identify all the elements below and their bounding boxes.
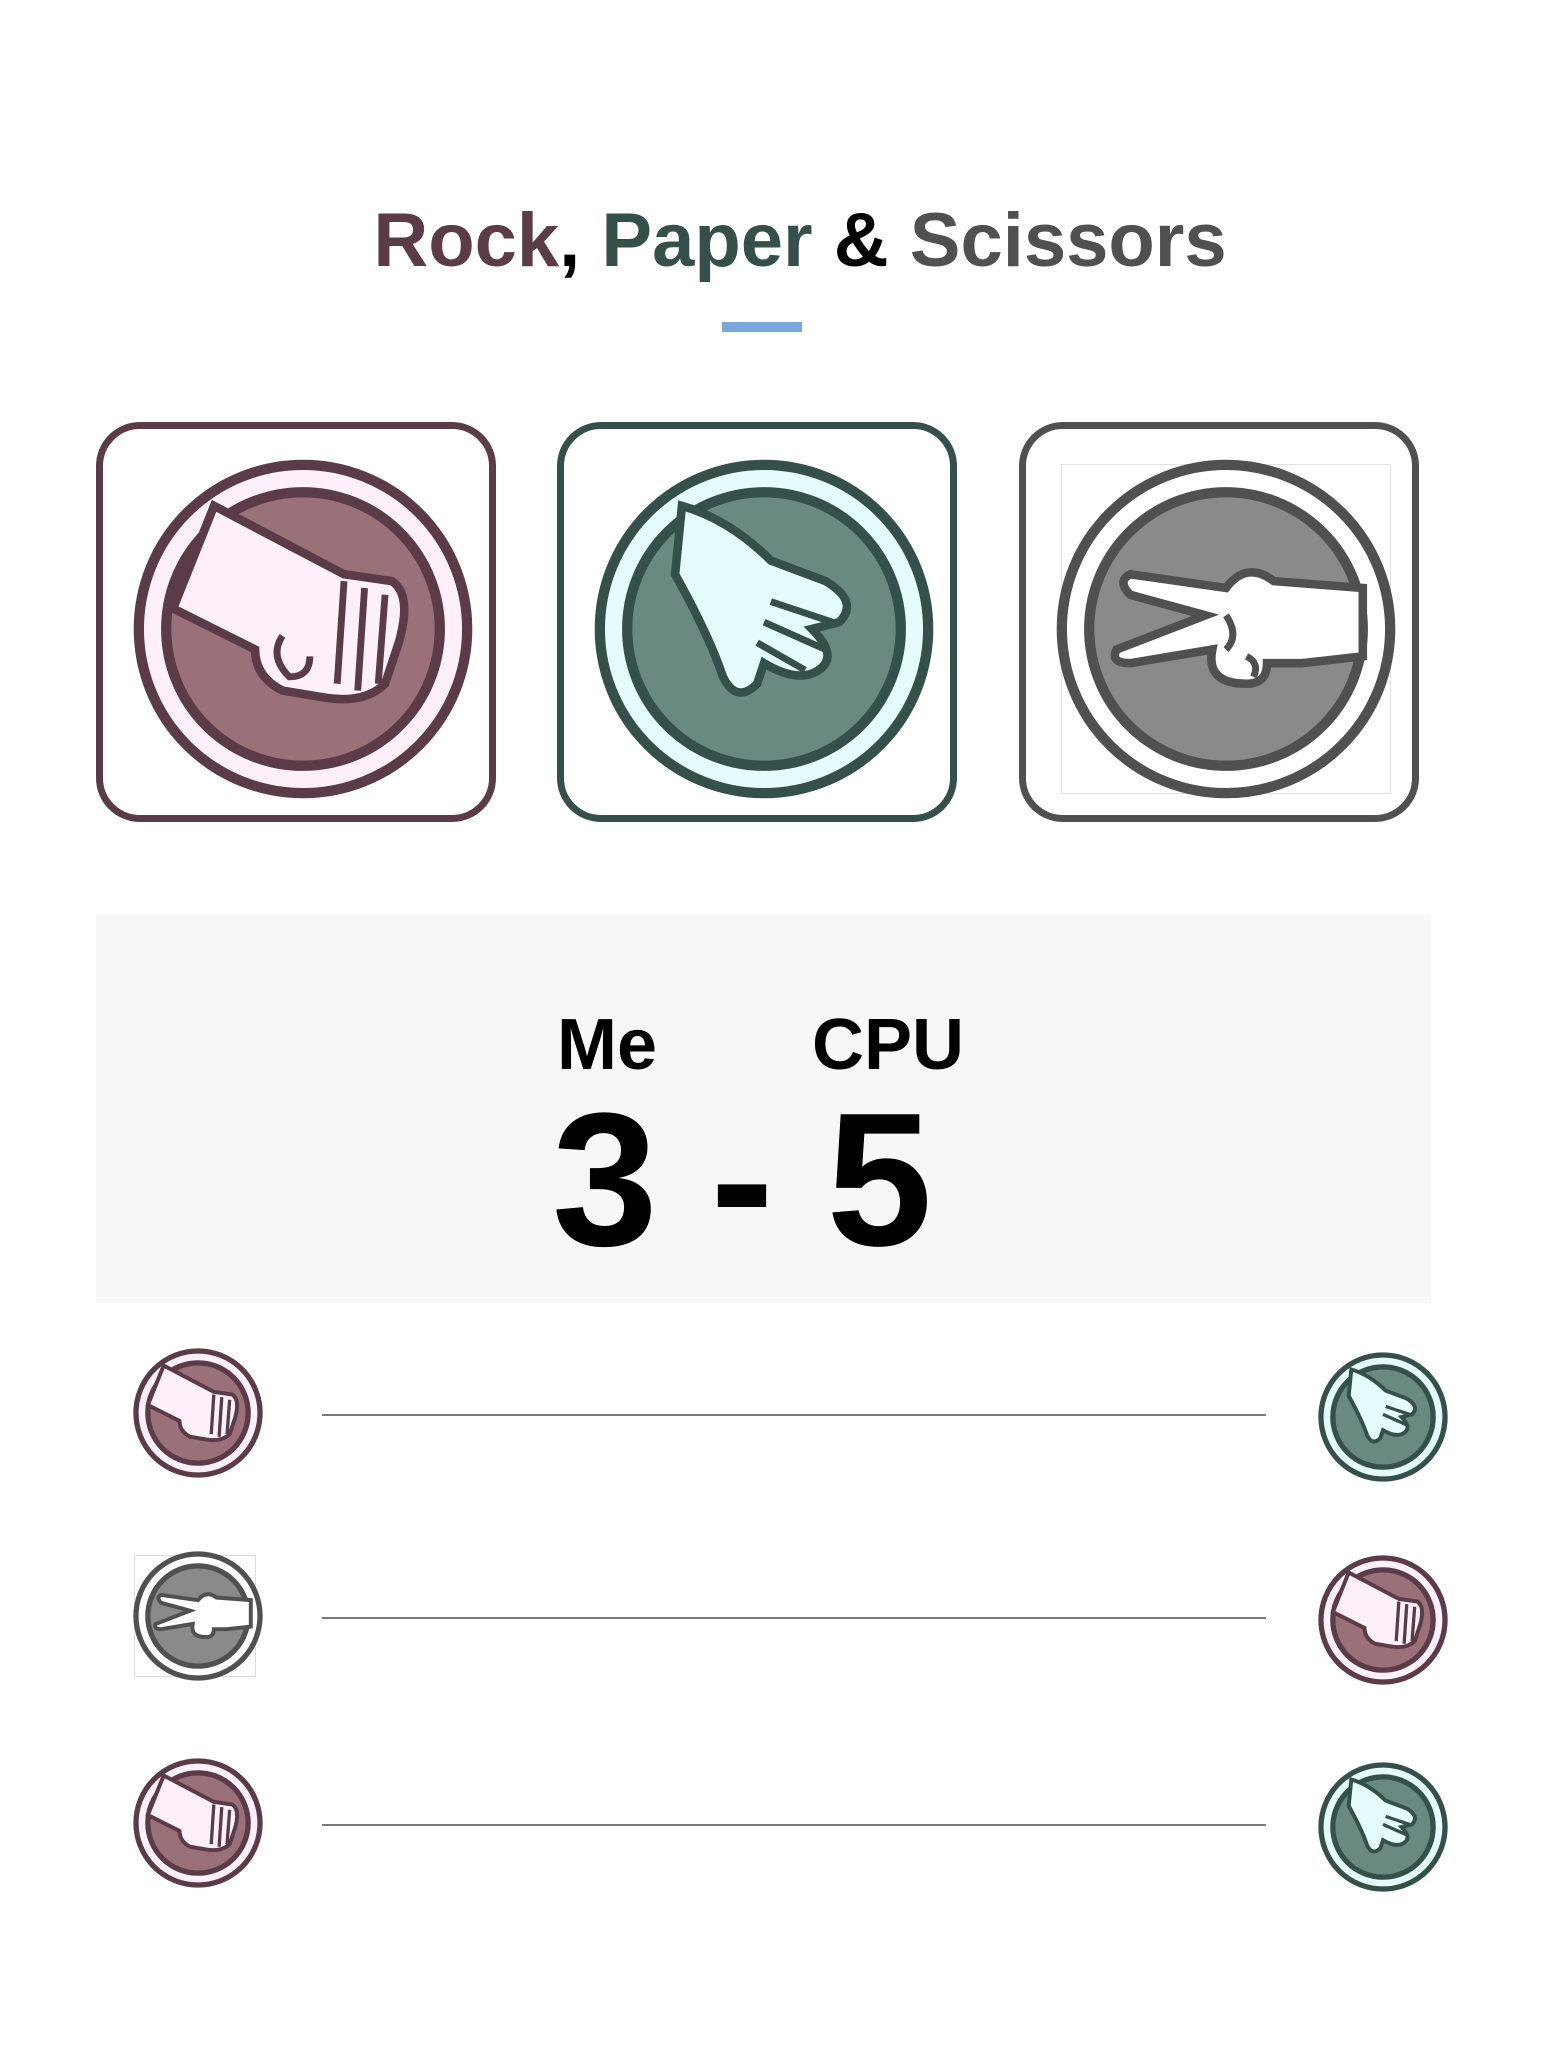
history-me-move (132, 1757, 264, 1889)
rock-icon (133, 1758, 263, 1888)
title-divider (722, 322, 802, 332)
scissors-icon (1056, 459, 1396, 799)
paper-icon (1318, 1762, 1448, 1892)
paper-icon (594, 459, 934, 799)
history-me-move (132, 1550, 264, 1682)
rock-button[interactable] (96, 422, 496, 822)
history-divider-line (322, 1414, 1266, 1416)
history-cpu-move (1317, 1351, 1449, 1483)
history-row (0, 1548, 1553, 1688)
title-scissors: Scissors (909, 197, 1227, 283)
paper-icon (1318, 1352, 1448, 1482)
history-cpu-move (1317, 1761, 1449, 1893)
title-rock: Rock (373, 197, 560, 283)
title-paper: Paper (601, 197, 813, 283)
history-divider-line (322, 1617, 1266, 1619)
cpu-label: CPU (812, 1005, 965, 1085)
title-ampersand: & (812, 197, 910, 283)
title-comma: , (559, 197, 602, 283)
rock-icon (1318, 1555, 1448, 1685)
history-cpu-move (1317, 1554, 1449, 1686)
history-row (0, 1755, 1553, 1895)
scissors-button[interactable] (1019, 422, 1419, 822)
paper-button[interactable] (557, 422, 957, 822)
rock-icon (133, 1348, 263, 1478)
score-display: 3 - 5 (552, 1074, 933, 1286)
history-me-move (132, 1347, 264, 1479)
scissors-icon (133, 1551, 263, 1681)
game-title: Rock, Paper & Scissors (0, 191, 1553, 291)
me-label: Me (557, 1005, 658, 1085)
history-row (0, 1345, 1553, 1485)
history-divider-line (322, 1824, 1266, 1826)
rock-icon (133, 459, 473, 799)
